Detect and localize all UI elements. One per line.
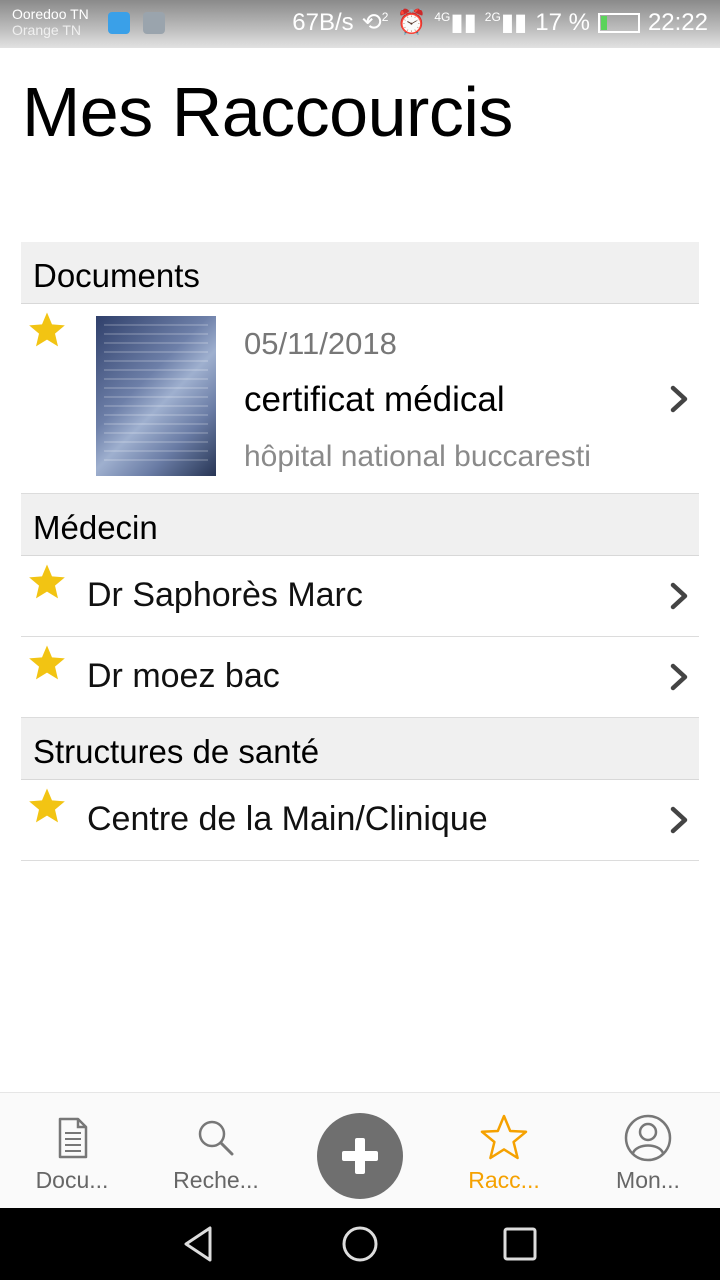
document-date: 05/11/2018 — [244, 326, 397, 361]
recents-icon[interactable] — [500, 1224, 540, 1264]
status-bar: Ooredoo TN Orange TN 67B/s ⟲2 ⏰ 4G▮▮ 2G▮… — [0, 0, 720, 48]
system-nav-bar — [0, 1208, 720, 1280]
nav-search-label: Reche... — [173, 1167, 259, 1193]
signal-1: 4G▮▮ — [434, 9, 477, 36]
star-icon[interactable] — [27, 643, 67, 683]
nav-documents[interactable]: Docu... — [0, 1093, 144, 1209]
section-header-medecin: Médecin — [21, 494, 699, 556]
battery-icon — [597, 12, 640, 33]
plus-icon — [342, 1138, 378, 1174]
status-right: 67B/s ⟲2 ⏰ 4G▮▮ 2G▮▮ 17 % 22:22 — [292, 8, 708, 37]
sim-icon: ⟲2 — [361, 9, 389, 36]
carrier-2: Orange TN — [12, 22, 81, 38]
sim-number: 2 — [381, 10, 389, 24]
star-icon — [480, 1114, 528, 1160]
bottom-nav: Docu... Reche... Racc... Mon... — [0, 1092, 720, 1208]
document-location: hôpital national buccaresti — [244, 440, 591, 473]
doctor-name: Dr moez bac — [87, 657, 280, 695]
add-button[interactable] — [317, 1113, 403, 1199]
chevron-right-icon — [670, 663, 688, 691]
doctor-name: Dr Saphorès Marc — [87, 576, 363, 614]
nav-documents-label: Docu... — [35, 1167, 109, 1193]
nav-account[interactable]: Mon... — [576, 1093, 720, 1209]
nav-shortcuts-label: Racc... — [468, 1167, 540, 1193]
alarm-icon: ⏰ — [396, 9, 427, 36]
image-notification-icon — [143, 12, 165, 34]
section-header-documents: Documents — [21, 242, 699, 304]
chevron-right-icon — [670, 385, 688, 413]
document-icon — [58, 1117, 88, 1159]
home-icon[interactable] — [340, 1224, 380, 1264]
list-item-structure[interactable]: Centre de la Main/Clinique — [21, 780, 699, 861]
battery-percent: 17 % — [535, 8, 590, 36]
network-speed: 67B/s — [292, 8, 354, 36]
network-type-1: 4G — [434, 10, 451, 24]
shortcuts-list: Documents 05/11/2018 certificat médical … — [21, 242, 699, 861]
nav-shortcuts[interactable]: Racc... — [432, 1093, 576, 1209]
network-type-2: 2G — [484, 10, 501, 24]
star-icon[interactable] — [27, 786, 67, 826]
document-thumbnail — [96, 316, 216, 476]
clock: 22:22 — [647, 8, 708, 36]
carrier-names: Ooredoo TN Orange TN — [12, 6, 89, 38]
star-icon[interactable] — [27, 310, 67, 350]
chevron-right-icon — [670, 806, 688, 834]
page-title: Mes Raccourcis — [22, 73, 513, 151]
star-icon[interactable] — [27, 562, 67, 602]
list-item-doctor[interactable]: Dr Saphorès Marc — [21, 556, 699, 637]
usb-icon — [108, 12, 130, 34]
list-item-doctor[interactable]: Dr moez bac — [21, 637, 699, 718]
section-header-structures: Structures de santé — [21, 718, 699, 780]
document-title: certificat médical — [244, 380, 505, 419]
nav-account-label: Mon... — [616, 1167, 680, 1193]
carrier-1: Ooredoo TN — [12, 6, 89, 22]
back-icon[interactable] — [180, 1224, 220, 1264]
search-icon — [198, 1120, 234, 1156]
signal-2: 2G▮▮ — [484, 9, 528, 36]
nav-search[interactable]: Reche... — [144, 1093, 288, 1209]
structure-name: Centre de la Main/Clinique — [87, 800, 488, 838]
chevron-right-icon — [670, 582, 688, 610]
document-row[interactable]: 05/11/2018 certificat médical hôpital na… — [21, 304, 699, 494]
user-icon — [624, 1114, 672, 1162]
